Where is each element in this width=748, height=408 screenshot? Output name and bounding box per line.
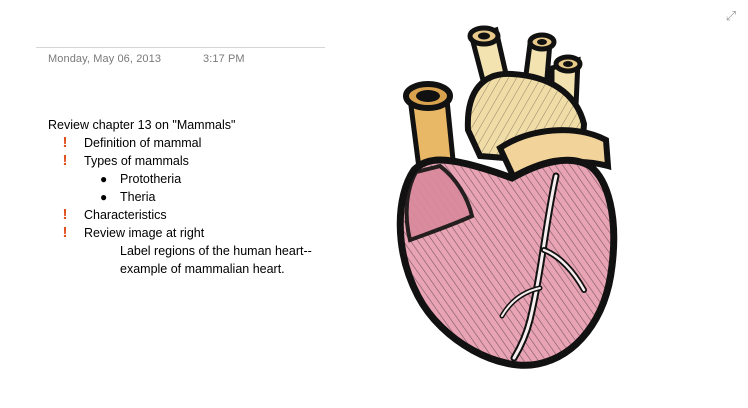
bullet-dot-icon: ● (100, 190, 108, 204)
bullet-dot-icon: ● (100, 172, 108, 186)
important-tag-icon[interactable]: ! (61, 152, 69, 170)
page-title-underline (36, 47, 325, 48)
expand-icon[interactable]: ⤢ (724, 9, 738, 23)
list-item-text: Types of mammals (84, 154, 189, 168)
note-heading: Review chapter 13 on "Mammals" (48, 118, 236, 132)
sub-list-item-text: Prototheria (120, 172, 182, 186)
important-tag-icon[interactable]: ! (61, 224, 69, 242)
sub-list-item-text: Theria (120, 190, 156, 204)
page-time: 3:17 PM (203, 53, 245, 65)
list-item-text: Review image at right (84, 226, 205, 240)
list-item-text: Characteristics (84, 208, 167, 222)
important-tag-icon[interactable]: ! (61, 206, 69, 224)
important-tag-icon[interactable]: ! (61, 134, 69, 152)
heart-illustration[interactable] (380, 20, 620, 380)
detail-text: example of mammalian heart. (120, 262, 285, 276)
detail-text: Label regions of the human heart-- (120, 244, 312, 258)
list-item-text: Definition of mammal (84, 136, 202, 150)
page-date: Monday, May 06, 2013 (48, 53, 162, 65)
